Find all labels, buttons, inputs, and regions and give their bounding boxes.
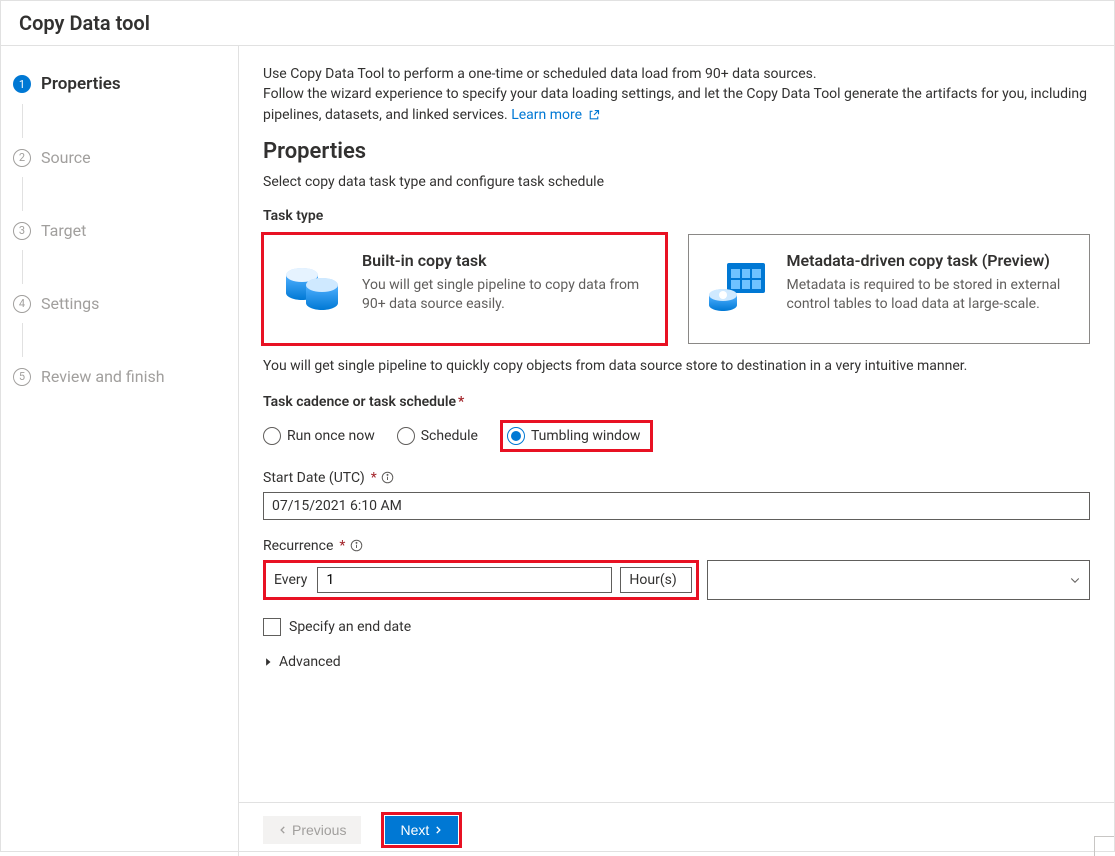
task-type-cards: Built-in copy task You will get single p… xyxy=(263,234,1090,344)
recurrence-label-text: Recurrence xyxy=(263,538,333,554)
radio-label: Schedule xyxy=(421,428,478,444)
info-icon[interactable] xyxy=(381,471,395,485)
step-connector xyxy=(22,250,238,284)
wizard-footer: Previous Next xyxy=(239,802,1114,856)
task-type-label: Task type xyxy=(263,208,1090,224)
step-settings[interactable]: 4 Settings xyxy=(1,284,238,323)
main-content: Use Copy Data Tool to perform a one-time… xyxy=(239,46,1114,802)
start-date-label: Start Date (UTC) * xyxy=(263,470,1090,486)
page-title: Copy Data tool xyxy=(1,1,1114,46)
chevron-left-icon xyxy=(278,825,288,835)
recurrence-unit-box: Hour(s) xyxy=(620,567,692,593)
card-metadata-driven-copy-task[interactable]: Metadata-driven copy task (Preview) Meta… xyxy=(688,234,1091,344)
next-button[interactable]: Next xyxy=(385,816,458,844)
external-link-icon xyxy=(588,109,600,121)
recurrence-label: Recurrence * xyxy=(263,538,1090,554)
radio-run-once-now[interactable]: Run once now xyxy=(263,427,375,445)
radio-schedule[interactable]: Schedule xyxy=(397,427,478,445)
recurrence-unit-select[interactable] xyxy=(707,560,1090,600)
start-date-group: Start Date (UTC) * xyxy=(263,470,1090,520)
learn-more-link[interactable]: Learn more xyxy=(511,107,599,123)
card-body: Built-in copy task You will get single p… xyxy=(362,251,649,315)
every-label: Every xyxy=(270,572,309,588)
radio-label: Run once now xyxy=(287,428,375,444)
step-number-icon: 3 xyxy=(13,222,31,240)
step-review-finish[interactable]: 5 Review and finish xyxy=(1,357,238,396)
step-label: Settings xyxy=(41,294,99,313)
step-connector xyxy=(22,177,238,211)
intro-line2: Follow the wizard experience to specify … xyxy=(263,86,1087,122)
start-date-label-text: Start Date (UTC) xyxy=(263,470,365,486)
wizard-body: 1 Properties 2 Source 3 Target 4 Setting… xyxy=(1,46,1114,856)
properties-desc: Select copy data task type and configure… xyxy=(263,174,1090,190)
checkbox-icon xyxy=(263,618,281,636)
radio-tumbling-window[interactable]: Tumbling window xyxy=(507,427,641,445)
radio-label: Tumbling window xyxy=(531,428,641,444)
chevron-down-icon xyxy=(1069,574,1081,586)
cadence-label-text: Task cadence or task schedule xyxy=(263,394,456,410)
start-date-input[interactable] xyxy=(263,492,1090,520)
properties-heading: Properties xyxy=(263,139,1090,164)
card-body: Metadata-driven copy task (Preview) Meta… xyxy=(787,251,1074,315)
card-title: Built-in copy task xyxy=(362,251,649,270)
cadence-label: Task cadence or task schedule* xyxy=(263,394,1090,410)
chevron-right-icon xyxy=(433,825,443,835)
advanced-label: Advanced xyxy=(279,654,341,670)
chevron-right-icon xyxy=(263,657,273,667)
step-properties[interactable]: 1 Properties xyxy=(1,64,238,104)
info-icon[interactable] xyxy=(349,539,363,553)
card-desc: You will get single pipeline to copy dat… xyxy=(362,276,649,315)
metadata-icon xyxy=(705,255,769,319)
advanced-toggle[interactable]: Advanced xyxy=(263,652,1090,672)
previous-button-label: Previous xyxy=(292,822,346,838)
learn-more-label: Learn more xyxy=(511,107,582,123)
wizard-sidebar: 1 Properties 2 Source 3 Target 4 Setting… xyxy=(1,46,239,856)
resize-corner xyxy=(1094,836,1114,856)
step-number-icon: 1 xyxy=(13,75,31,93)
step-target[interactable]: 3 Target xyxy=(1,211,238,250)
recurrence-value-input[interactable] xyxy=(317,567,612,593)
step-label: Properties xyxy=(41,74,121,94)
checkbox-label: Specify an end date xyxy=(289,619,411,635)
required-asterisk: * xyxy=(371,470,377,486)
step-number-icon: 2 xyxy=(13,149,31,167)
step-label: Review and finish xyxy=(41,367,165,386)
recurrence-row: Every Hour(s) xyxy=(263,560,1090,600)
recurrence-group: Recurrence * Every Hour(s) xyxy=(263,538,1090,600)
pipeline-icon xyxy=(280,255,344,319)
intro-line1: Use Copy Data Tool to perform a one-time… xyxy=(263,66,817,82)
card-builtin-copy-task[interactable]: Built-in copy task You will get single p… xyxy=(263,234,666,344)
highlight-box: Every Hour(s) xyxy=(263,560,699,600)
step-label: Target xyxy=(41,221,86,240)
required-asterisk: * xyxy=(339,538,345,554)
radio-icon xyxy=(397,427,415,445)
card-desc: Metadata is required to be stored in ext… xyxy=(787,276,1074,315)
step-number-icon: 4 xyxy=(13,295,31,313)
step-label: Source xyxy=(41,148,91,167)
step-source[interactable]: 2 Source xyxy=(1,138,238,177)
card-title: Metadata-driven copy task (Preview) xyxy=(787,251,1074,270)
main-panel: Use Copy Data Tool to perform a one-time… xyxy=(239,46,1114,856)
step-connector xyxy=(22,104,238,138)
specify-end-date-checkbox[interactable]: Specify an end date xyxy=(263,618,1090,636)
intro-text: Use Copy Data Tool to perform a one-time… xyxy=(263,64,1090,125)
next-button-label: Next xyxy=(400,822,429,838)
step-connector xyxy=(22,323,238,357)
radio-icon xyxy=(507,427,525,445)
radio-icon xyxy=(263,427,281,445)
required-asterisk: * xyxy=(458,394,464,410)
cadence-radio-group: Run once now Schedule Tumbling window xyxy=(263,420,1090,452)
previous-button[interactable]: Previous xyxy=(263,816,361,844)
highlight-box: Tumbling window xyxy=(500,420,654,452)
task-type-hint: You will get single pipeline to quickly … xyxy=(263,358,1090,374)
step-number-icon: 5 xyxy=(13,368,31,386)
